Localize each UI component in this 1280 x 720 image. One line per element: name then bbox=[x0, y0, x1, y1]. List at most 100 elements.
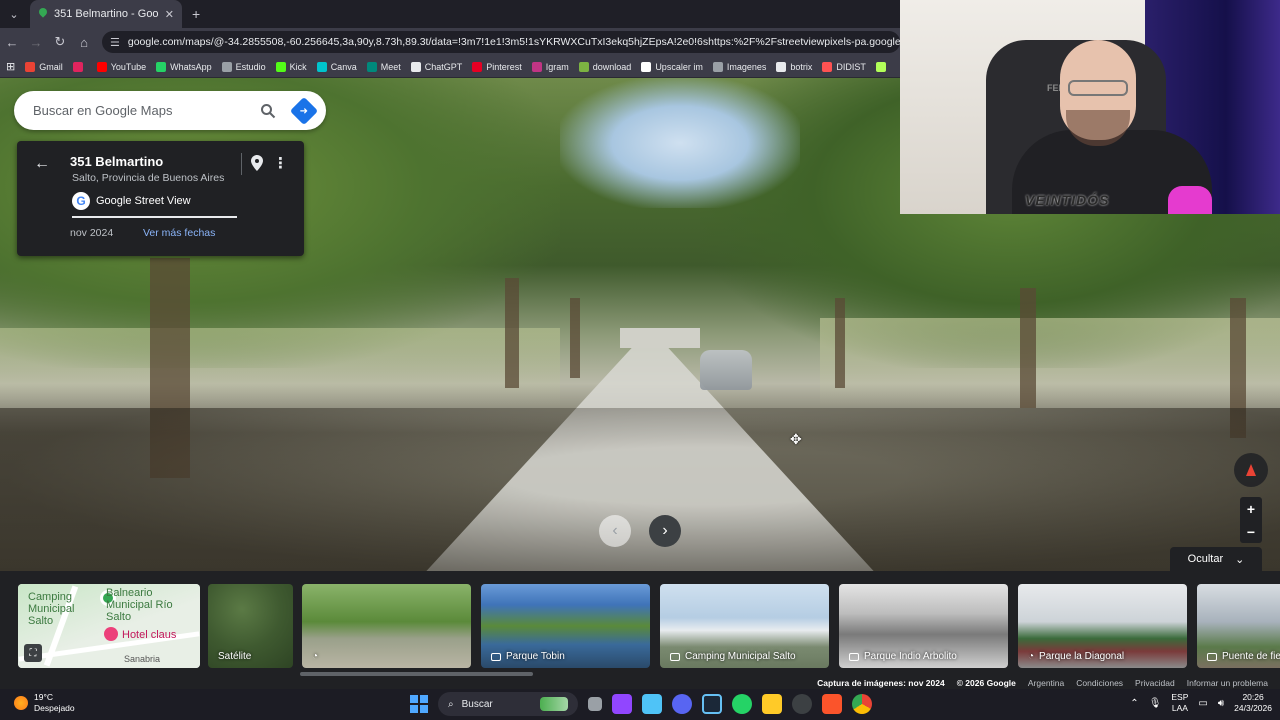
bookmark-item[interactable]: Meet bbox=[366, 61, 401, 72]
previous-arrow-button[interactable]: ‹ bbox=[599, 515, 631, 547]
compass-icon[interactable] bbox=[1234, 453, 1268, 487]
bookmark-item[interactable]: WhatsApp bbox=[156, 61, 212, 72]
terms-link[interactable]: Condiciones bbox=[1076, 678, 1123, 688]
whatsapp-icon[interactable] bbox=[732, 694, 752, 714]
bookmark-item[interactable] bbox=[875, 61, 890, 72]
satellite-thumbnail[interactable]: Satélite bbox=[208, 584, 293, 668]
maps-search-box[interactable]: Buscar en Google Maps ➜ bbox=[14, 91, 326, 130]
forward-button[interactable]: → bbox=[24, 28, 48, 56]
location-pin-icon[interactable] bbox=[251, 155, 263, 171]
source-label: Google Street View bbox=[96, 195, 191, 207]
tab-search-icon[interactable]: ⌄ bbox=[0, 0, 28, 28]
bookmark-item[interactable]: Imagenes bbox=[712, 61, 766, 72]
photo-label: Parque Tobin bbox=[491, 651, 565, 662]
chrome-icon[interactable] bbox=[852, 694, 872, 714]
close-tab-icon[interactable]: ✕ bbox=[165, 8, 174, 21]
photo-thumbnail[interactable]: ◔ bbox=[302, 584, 471, 668]
expand-map-icon[interactable]: ⛶ bbox=[24, 644, 42, 662]
bookmark-item[interactable]: download bbox=[578, 61, 631, 72]
monitor-icon[interactable]: ▭ bbox=[1198, 698, 1207, 709]
microphone-icon[interactable]: 🎙︎ bbox=[1149, 698, 1162, 709]
bookmark-item[interactable]: Upscaler im bbox=[641, 61, 703, 72]
satellite-label: Satélite bbox=[218, 651, 252, 662]
new-tab-button[interactable]: + bbox=[192, 6, 200, 22]
bookmark-favicon-icon bbox=[72, 61, 83, 72]
weather-condition: Despejado bbox=[34, 703, 75, 713]
notes-icon[interactable] bbox=[642, 694, 662, 714]
photo-thumbnail[interactable]: Puente de fierro bbox=[1197, 584, 1280, 668]
search-icon: ⌕ bbox=[448, 698, 454, 710]
photo-title: Parque Tobin bbox=[506, 651, 565, 662]
search-input[interactable]: Buscar en Google Maps bbox=[33, 103, 260, 118]
bookmark-favicon-icon bbox=[156, 61, 167, 72]
bookmark-item[interactable]: Pinterest bbox=[472, 61, 522, 72]
bookmark-item[interactable] bbox=[72, 61, 87, 72]
bookmark-label: ChatGPT bbox=[424, 61, 463, 72]
tree-trunk bbox=[505, 278, 519, 388]
photo-thumbnail[interactable]: Parque Tobin bbox=[481, 584, 650, 668]
bookmark-favicon-icon bbox=[366, 61, 377, 72]
photo-thumbnail[interactable]: Parque Indio Arbolito bbox=[839, 584, 1008, 668]
next-arrow-button[interactable]: › bbox=[649, 515, 681, 547]
volume-icon[interactable]: 🔊︎ bbox=[1218, 698, 1224, 709]
discord-icon[interactable] bbox=[672, 694, 692, 714]
bookmark-label: WhatsApp bbox=[170, 61, 212, 72]
bookmark-item[interactable]: Kick bbox=[275, 61, 307, 72]
lang-layout: LAA bbox=[1171, 703, 1188, 713]
report-problem-link[interactable]: Informar un problema bbox=[1187, 678, 1268, 688]
zoom-in-button[interactable]: + bbox=[1247, 501, 1255, 517]
bookmark-label: DIDIST bbox=[836, 61, 866, 72]
tab-google-maps[interactable]: 351 Belmartino - Google Maps ✕ bbox=[30, 0, 182, 28]
back-button[interactable]: ← bbox=[0, 28, 24, 56]
file-explorer-icon[interactable] bbox=[762, 694, 782, 714]
bookmark-item[interactable]: DIDIST bbox=[822, 61, 866, 72]
bookmark-item[interactable]: Gmail bbox=[25, 61, 63, 72]
photo-thumbnail[interactable]: ◔ Parque la Diagonal bbox=[1018, 584, 1187, 668]
bookmark-item[interactable]: Canva bbox=[316, 61, 357, 72]
clock[interactable]: 20:26 24/3/2026 bbox=[1234, 692, 1272, 714]
hide-strip-button[interactable]: Ocultar ⌄ bbox=[1170, 547, 1262, 571]
map-label-hotel: Hotel claus bbox=[122, 629, 177, 641]
chevron-up-icon[interactable]: ⌃ bbox=[1130, 698, 1138, 709]
bookmark-item[interactable]: Estudio bbox=[221, 61, 266, 72]
bookmark-favicon-icon bbox=[875, 61, 886, 72]
bookmark-item[interactable]: Igram bbox=[531, 61, 569, 72]
weather-widget[interactable]: 19°C Despejado bbox=[14, 692, 75, 714]
task-view-icon[interactable] bbox=[588, 697, 602, 711]
photo-thumbnail[interactable]: Camping Municipal Salto bbox=[660, 584, 829, 668]
bookmark-item[interactable]: botrix bbox=[776, 61, 812, 72]
windows-start-icon[interactable] bbox=[410, 695, 428, 713]
taskbar-search[interactable]: ⌕ Buscar bbox=[438, 692, 578, 716]
pink-light bbox=[1168, 186, 1212, 214]
reload-button[interactable]: ↻ bbox=[48, 28, 72, 56]
twitch-icon[interactable] bbox=[612, 694, 632, 714]
bookmark-item[interactable]: YouTube bbox=[96, 61, 146, 72]
strip-scrollbar[interactable] bbox=[300, 672, 533, 676]
shirt-text: VEINTIDÓS bbox=[1025, 192, 1110, 208]
more-options-icon[interactable]: ⋮ bbox=[273, 154, 288, 172]
map-label-balneario: Balneario Municipal Río Salto bbox=[106, 587, 173, 623]
settings-icon[interactable] bbox=[792, 694, 812, 714]
zoom-out-button[interactable]: − bbox=[1247, 524, 1255, 540]
bookmark-favicon-icon bbox=[410, 61, 421, 72]
directions-icon[interactable]: ➜ bbox=[289, 96, 319, 125]
street-view-info-card: ← 351 Belmartino Salto, Provincia de Bue… bbox=[17, 141, 304, 256]
site-info-icon[interactable]: ☰ bbox=[110, 36, 120, 49]
country-link[interactable]: Argentina bbox=[1028, 678, 1064, 688]
photo-strip: Camping Municipal Salto Balneario Munici… bbox=[0, 571, 1280, 677]
google-logo-icon: G bbox=[72, 192, 90, 210]
photo-label: ◔ bbox=[312, 651, 323, 662]
search-icon[interactable] bbox=[260, 103, 276, 119]
bookmark-item[interactable]: ChatGPT bbox=[410, 61, 463, 72]
camera-icon bbox=[491, 652, 501, 661]
language-indicator[interactable]: ESP LAA bbox=[1171, 692, 1188, 714]
privacy-link[interactable]: Privacidad bbox=[1135, 678, 1175, 688]
apps-grid-icon[interactable]: ⊞ bbox=[6, 60, 15, 73]
brave-icon[interactable] bbox=[822, 694, 842, 714]
map-thumbnail[interactable]: Camping Municipal Salto Balneario Munici… bbox=[18, 584, 200, 668]
url-field[interactable]: ☰ google.com/maps/@-34.2855508,-60.25664… bbox=[102, 31, 900, 53]
see-more-dates-link[interactable]: Ver más fechas bbox=[143, 227, 215, 239]
steam-icon[interactable] bbox=[702, 694, 722, 714]
back-arrow-icon[interactable]: ← bbox=[34, 155, 50, 173]
home-button[interactable]: ⌂ bbox=[72, 28, 96, 56]
